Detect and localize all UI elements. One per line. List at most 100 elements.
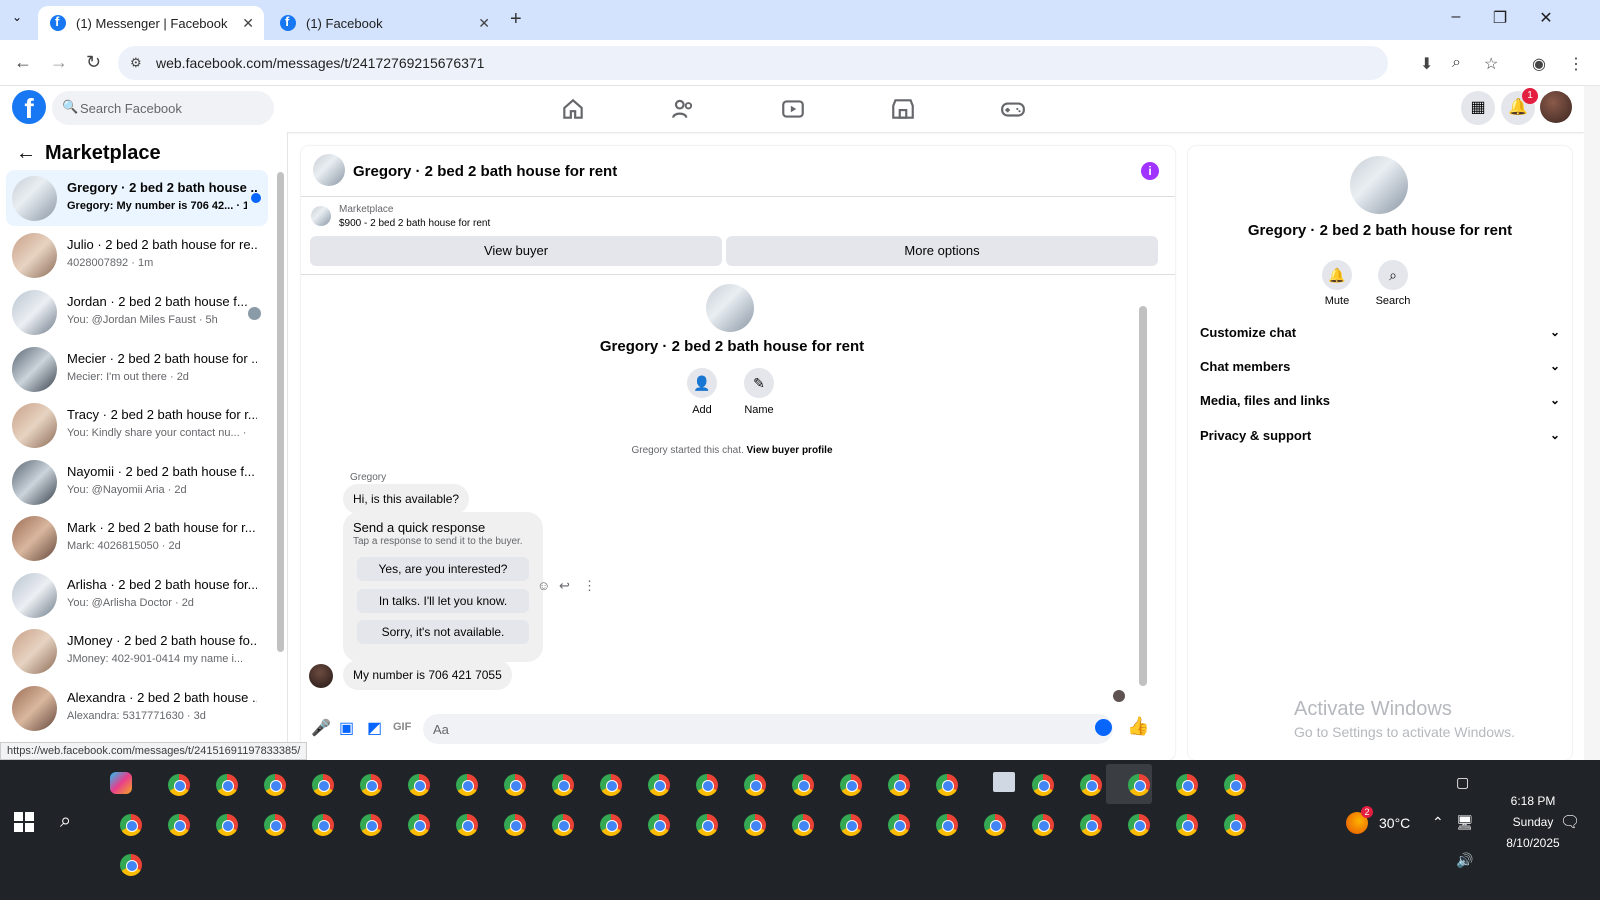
view-buyer-profile-link[interactable]: View buyer profile: [747, 445, 833, 456]
chrome-taskbar-icon[interactable]: [1224, 774, 1246, 796]
quick-response-button[interactable]: Yes, are you interested?: [357, 557, 529, 581]
more-options-button[interactable]: More options: [726, 236, 1158, 266]
chrome-taskbar-icon[interactable]: [792, 774, 814, 796]
quick-response-button[interactable]: Sorry, it's not available.: [357, 620, 529, 644]
conversation-item[interactable]: Mark · 2 bed 2 bath house for r... Mark:…: [6, 510, 268, 566]
chrome-taskbar-icon[interactable]: [1176, 814, 1198, 836]
menu-grid-icon[interactable]: ▦: [1461, 91, 1495, 125]
volume-icon[interactable]: 🔊: [1456, 852, 1473, 869]
media-files-links-section[interactable]: Media, files and links ⌄: [1200, 393, 1560, 423]
chrome-taskbar-icon[interactable]: [456, 774, 478, 796]
conversation-info-icon[interactable]: i: [1141, 162, 1159, 180]
chrome-taskbar-icon[interactable]: [120, 814, 142, 836]
account-avatar[interactable]: [1540, 91, 1572, 123]
chrome-taskbar-icon[interactable]: [1080, 774, 1102, 796]
browser-menu-icon[interactable]: ⋮: [1568, 54, 1584, 74]
conversation-item[interactable]: Mecier · 2 bed 2 bath house for ... Meci…: [6, 341, 268, 397]
chrome-taskbar-icon[interactable]: [936, 774, 958, 796]
network-icon[interactable]: 🖥: [1456, 814, 1474, 831]
windows-start-icon[interactable]: [14, 812, 34, 832]
chrome-taskbar-icon[interactable]: [264, 814, 286, 836]
conversation-item[interactable]: Alexandra · 2 bed 2 bath house ... Alexa…: [6, 680, 268, 736]
gif-icon[interactable]: GIF: [393, 721, 411, 733]
conversation-scrollbar[interactable]: [1139, 306, 1147, 686]
page-scrollbar[interactable]: [1584, 86, 1600, 760]
chrome-taskbar-icon[interactable]: [408, 774, 430, 796]
clock-date[interactable]: 8/10/2025: [1498, 836, 1568, 850]
chrome-taskbar-icon[interactable]: [1128, 814, 1150, 836]
back-icon[interactable]: ←: [14, 52, 32, 73]
tab-search-dropdown-icon[interactable]: ⌄: [12, 10, 22, 24]
chrome-taskbar-icon[interactable]: [504, 814, 526, 836]
chrome-taskbar-icon[interactable]: [648, 814, 670, 836]
bookmark-star-icon[interactable]: ☆: [1484, 54, 1498, 74]
restore-icon[interactable]: ❐: [1480, 8, 1520, 28]
chrome-taskbar-icon[interactable]: [312, 774, 334, 796]
listing-price[interactable]: $900 - 2 bed 2 bath house for rent: [339, 218, 490, 229]
show-hidden-icons-icon[interactable]: ⌃: [1432, 814, 1444, 831]
taskbar-search-icon[interactable]: ⌕: [60, 810, 71, 833]
back-arrow-icon[interactable]: ←: [16, 142, 36, 165]
react-emoji-icon[interactable]: ☺: [537, 578, 550, 593]
message-bubble[interactable]: My number is 706 421 7055: [343, 660, 512, 690]
clock-time[interactable]: 6:18 PM: [1498, 794, 1568, 808]
conversation-item[interactable]: Tracy · 2 bed 2 bath house for r... You:…: [6, 397, 268, 453]
tab-messenger[interactable]: (1) Messenger | Facebook ✕: [38, 6, 264, 40]
profile-icon[interactable]: ◉: [1532, 54, 1546, 74]
copilot-icon[interactable]: [110, 772, 132, 794]
chrome-taskbar-icon[interactable]: [216, 774, 238, 796]
close-tab-icon[interactable]: ✕: [478, 15, 490, 32]
chrome-taskbar-icon[interactable]: [552, 814, 574, 836]
chrome-taskbar-icon[interactable]: [408, 814, 430, 836]
customize-chat-section[interactable]: Customize chat ⌄: [1200, 325, 1560, 355]
chrome-taskbar-icon[interactable]: [744, 774, 766, 796]
notification-center-icon[interactable]: 🗨: [1560, 812, 1580, 832]
reload-icon[interactable]: ↻: [86, 52, 101, 73]
conversation-item[interactable]: Jordan · 2 bed 2 bath house f... You: @J…: [6, 284, 268, 340]
reply-icon[interactable]: ↩: [559, 578, 570, 594]
chrome-taskbar-icon[interactable]: [600, 814, 622, 836]
privacy-support-section[interactable]: Privacy & support ⌄: [1200, 428, 1560, 458]
chrome-taskbar-icon[interactable]: [168, 814, 190, 836]
screen-recorder-icon[interactable]: ▢: [1456, 774, 1469, 791]
chrome-taskbar-icon[interactable]: [1128, 774, 1150, 796]
conversation-item[interactable]: JMoney · 2 bed 2 bath house fo... JMoney…: [6, 623, 268, 679]
close-window-icon[interactable]: ✕: [1526, 8, 1566, 28]
marketplace-icon[interactable]: [890, 96, 916, 122]
chrome-taskbar-icon[interactable]: [1080, 814, 1102, 836]
chrome-taskbar-icon[interactable]: [168, 774, 190, 796]
chrome-taskbar-icon[interactable]: [840, 774, 862, 796]
quick-response-button[interactable]: In talks. I'll let you know.: [357, 589, 529, 613]
install-app-icon[interactable]: ⬇: [1420, 54, 1433, 74]
mute-bell-icon[interactable]: 🔔: [1322, 260, 1352, 290]
conversation-item[interactable]: Nayomii · 2 bed 2 bath house f... You: @…: [6, 454, 268, 510]
chat-avatar[interactable]: [313, 154, 345, 186]
chat-members-section[interactable]: Chat members ⌄: [1200, 359, 1560, 389]
chat-title[interactable]: Gregory · 2 bed 2 bath house for rent: [353, 163, 617, 180]
chrome-taskbar-icon[interactable]: [504, 774, 526, 796]
add-person-icon[interactable]: 👤: [687, 368, 717, 398]
chrome-taskbar-icon[interactable]: [1224, 814, 1246, 836]
chat-list-scrollbar[interactable]: [277, 172, 284, 652]
chrome-taskbar-icon[interactable]: [696, 814, 718, 836]
message-more-icon[interactable]: ⋮: [583, 578, 596, 594]
chrome-taskbar-icon[interactable]: [360, 814, 382, 836]
tab-facebook[interactable]: (1) Facebook ✕: [268, 6, 500, 40]
thumbs-up-icon[interactable]: 👍: [1127, 716, 1149, 737]
address-bar[interactable]: ⚙ web.facebook.com/messages/t/2417276921…: [118, 46, 1388, 80]
chrome-taskbar-icon[interactable]: [312, 814, 334, 836]
weather-temperature[interactable]: 30°C: [1379, 815, 1410, 831]
emoji-icon[interactable]: [1095, 719, 1112, 736]
chrome-taskbar-icon[interactable]: [216, 814, 238, 836]
chrome-taskbar-icon[interactable]: [360, 774, 382, 796]
clock-day[interactable]: Sunday: [1498, 815, 1568, 829]
video-icon[interactable]: [780, 96, 806, 122]
chrome-taskbar-icon[interactable]: [120, 854, 142, 876]
chrome-taskbar-icon[interactable]: [648, 774, 670, 796]
sticker-icon[interactable]: ◩: [367, 718, 382, 738]
chrome-taskbar-icon[interactable]: [552, 774, 574, 796]
close-tab-icon[interactable]: ✕: [242, 15, 254, 32]
new-tab-icon[interactable]: +: [510, 8, 522, 31]
chrome-taskbar-icon[interactable]: [936, 814, 958, 836]
sender-avatar[interactable]: [309, 664, 333, 688]
